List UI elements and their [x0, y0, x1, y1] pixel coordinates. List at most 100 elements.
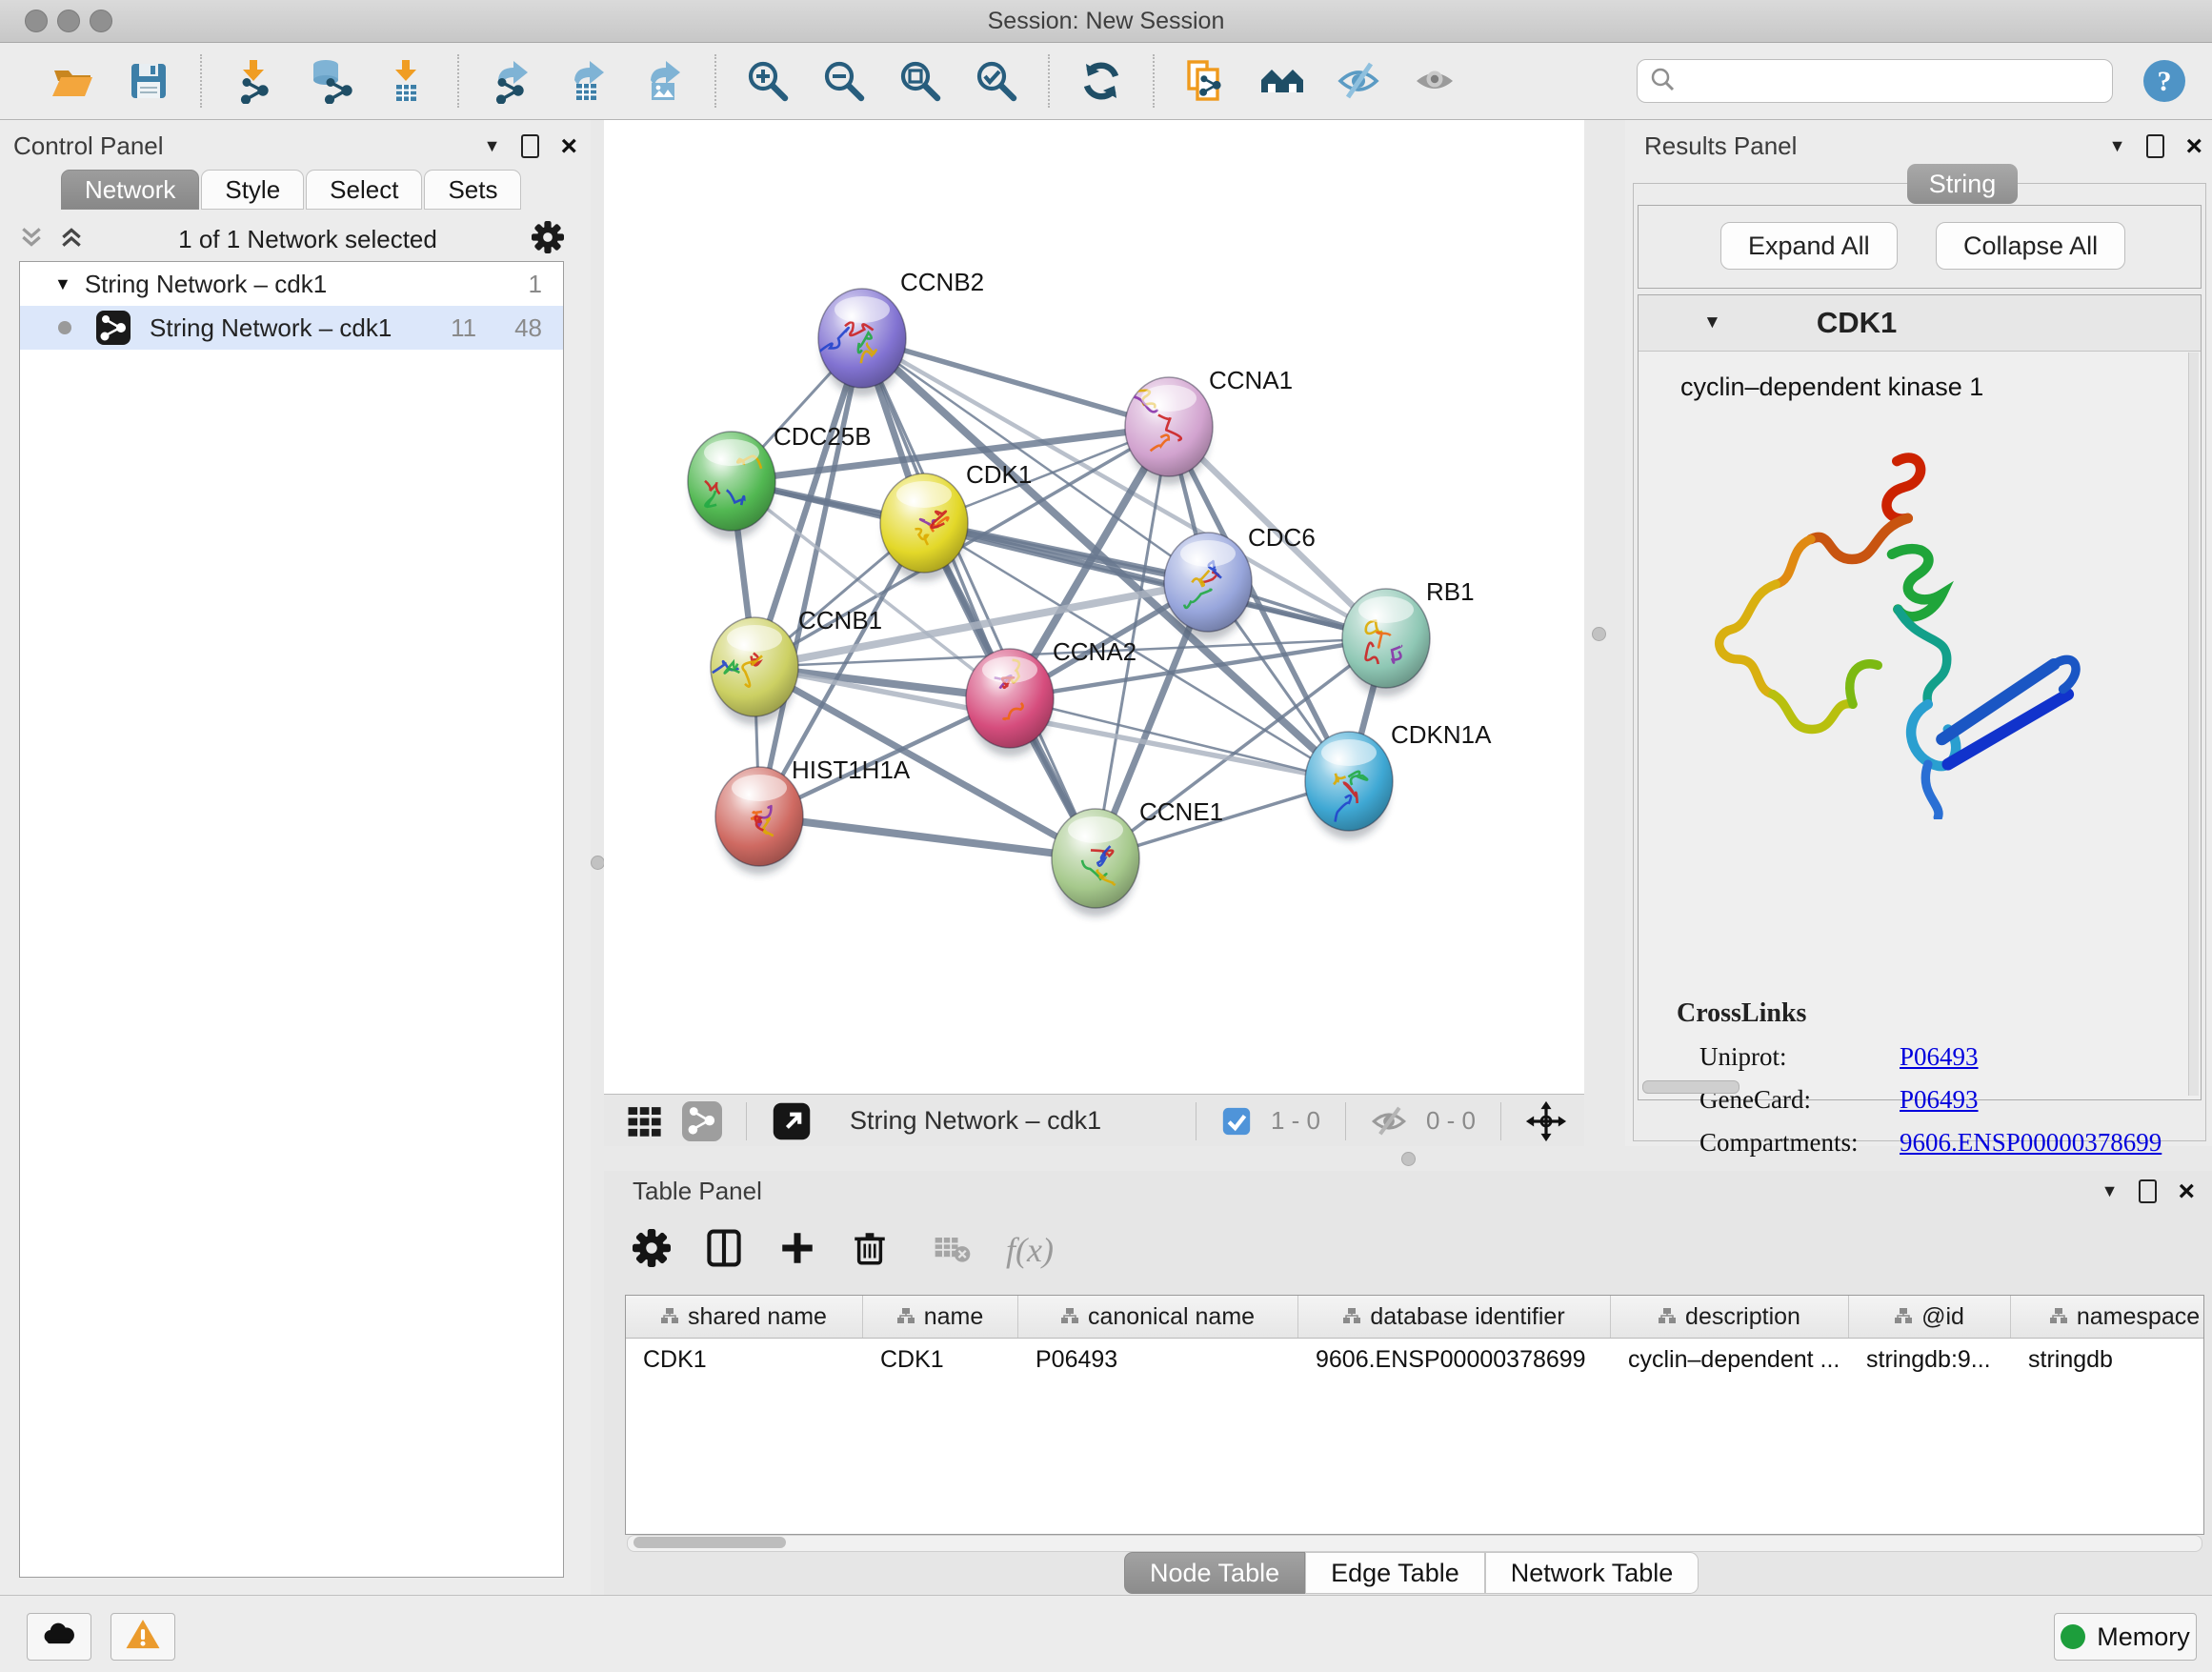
column-header-canonical-name[interactable]: canonical name [1018, 1296, 1298, 1338]
panel-close-icon[interactable]: × [560, 137, 577, 156]
panel-float-icon[interactable] [2146, 134, 2164, 158]
memory-button[interactable]: Memory [2054, 1613, 2197, 1661]
splitter-handle[interactable] [1401, 1152, 1416, 1166]
table-cell[interactable]: stringdb:9... [1849, 1339, 2011, 1380]
crosslink-value-link[interactable]: P06493 [1900, 1042, 1979, 1072]
import-network-database-button[interactable] [305, 56, 354, 106]
import-table-file-button[interactable] [381, 56, 431, 106]
network-canvas[interactable]: CCNB2 CCNA1 CDC25B CDK1 CDC6 RB1 CCNB1 [604, 120, 1584, 1094]
tab-style[interactable]: Style [201, 170, 304, 210]
panel-close-icon[interactable]: × [2185, 137, 2202, 156]
network-node[interactable]: HIST1H1A [715, 755, 911, 875]
network-node[interactable]: CCNE1 [1052, 797, 1223, 917]
grid-view-icon[interactable] [625, 1101, 665, 1141]
panel-float-icon[interactable] [521, 134, 539, 158]
node-table[interactable]: shared namenamecanonical namedatabase id… [625, 1295, 2204, 1535]
network-overview-icon[interactable] [682, 1101, 722, 1141]
table-cell[interactable]: P06493 [1018, 1339, 1298, 1380]
selected-checkbox-icon[interactable] [1220, 1105, 1253, 1138]
network-graph[interactable]: CCNB2 CCNA1 CDC25B CDK1 CDC6 RB1 CCNB1 [604, 120, 1584, 1094]
show-columns-icon[interactable] [703, 1227, 745, 1274]
panel-float-icon[interactable] [2139, 1179, 2157, 1203]
results-horizontal-scrollbar[interactable] [1642, 1080, 1739, 1094]
create-column-icon[interactable] [777, 1228, 817, 1273]
network-node[interactable]: CDKN1A [1305, 720, 1492, 839]
node-details-header[interactable]: ▼ CDK1 [1639, 295, 2201, 352]
hide-selected-button[interactable] [1334, 56, 1383, 106]
zoom-fit-button[interactable] [895, 56, 945, 106]
tab-sets[interactable]: Sets [424, 170, 521, 210]
panel-menu-icon[interactable]: ▼ [484, 136, 501, 156]
panel-menu-icon[interactable]: ▼ [2101, 1181, 2119, 1201]
zoom-out-button[interactable] [819, 56, 869, 106]
search-input[interactable] [1676, 67, 2101, 95]
network-node[interactable]: CDC6 [1164, 523, 1316, 640]
network-edge[interactable] [759, 338, 862, 816]
results-vertical-scrollbar[interactable] [2188, 353, 2199, 1096]
right-splitter[interactable] [1584, 120, 1625, 1146]
tab-edge-table[interactable]: Edge Table [1305, 1552, 1485, 1594]
tab-network[interactable]: Network [61, 170, 199, 210]
collapse-tree-icon[interactable] [59, 225, 84, 254]
table-row[interactable]: CDK1CDK1P064939606.ENSP00000378699cyclin… [626, 1339, 2203, 1380]
network-options-gear-icon[interactable] [532, 221, 564, 258]
export-image-button[interactable] [638, 56, 688, 106]
column-header-id[interactable]: @id [1849, 1296, 2011, 1338]
pan-crosshair-icon[interactable] [1525, 1100, 1567, 1142]
column-header-namespace[interactable]: namespace [2011, 1296, 2204, 1338]
network-node[interactable]: CCNA2 [966, 637, 1136, 756]
table-cell[interactable]: cyclin–dependent ... [1611, 1339, 1849, 1380]
splitter-handle[interactable] [1592, 627, 1606, 641]
export-table-button[interactable] [562, 56, 612, 106]
help-button[interactable]: ? [2142, 58, 2187, 104]
tab-network-table[interactable]: Network Table [1485, 1552, 1699, 1594]
zoom-selected-button[interactable] [972, 56, 1021, 106]
table-options-gear-icon[interactable] [633, 1229, 671, 1272]
column-header-description[interactable]: description [1611, 1296, 1849, 1338]
table-cell[interactable]: 9606.ENSP00000378699 [1298, 1339, 1611, 1380]
expand-tree-icon[interactable] [19, 225, 44, 254]
network-node[interactable]: CDC25B [688, 422, 872, 539]
first-neighbors-button[interactable] [1181, 56, 1231, 106]
tab-node-table[interactable]: Node Table [1124, 1552, 1305, 1594]
collapse-caret-icon[interactable]: ▼ [1703, 312, 1721, 333]
network-collection-row[interactable]: ▼ String Network – cdk1 1 [20, 262, 563, 306]
panel-menu-icon[interactable]: ▼ [2109, 136, 2126, 156]
left-splitter[interactable] [591, 120, 604, 1146]
delete-column-trash-icon[interactable] [850, 1228, 890, 1273]
detach-view-icon[interactable] [771, 1100, 813, 1142]
collapse-caret-icon[interactable]: ▼ [54, 274, 71, 294]
tab-string[interactable]: String [1907, 164, 2018, 204]
collapse-all-button[interactable]: Collapse All [1936, 222, 2125, 270]
table-cell[interactable]: CDK1 [626, 1339, 863, 1380]
table-horizontal-scrollbar[interactable] [627, 1535, 2202, 1552]
warnings-button[interactable] [111, 1613, 175, 1661]
network-row[interactable]: String Network – cdk1 11 48 [20, 306, 563, 350]
save-session-button[interactable] [124, 56, 173, 106]
panel-close-icon[interactable]: × [2178, 1182, 2195, 1201]
search-icon [1649, 66, 1676, 97]
crosslink-value-link[interactable]: 9606.ENSP00000378699 [1900, 1128, 2162, 1158]
crosslink-value-link[interactable]: P06493 [1900, 1085, 1979, 1115]
network-node[interactable]: RB1 [1342, 577, 1475, 696]
column-header-shared-name[interactable]: shared name [626, 1296, 863, 1338]
tab-select[interactable]: Select [306, 170, 422, 210]
show-all-homes-button[interactable] [1257, 56, 1307, 106]
expand-all-button[interactable]: Expand All [1720, 222, 1898, 270]
network-node[interactable]: CCNB1 [711, 606, 882, 725]
open-session-button[interactable] [48, 56, 97, 106]
table-cell[interactable]: stringdb [2011, 1339, 2204, 1380]
table-cell[interactable]: CDK1 [863, 1339, 1018, 1380]
hidden-eye-icon[interactable] [1370, 1102, 1408, 1140]
splitter-handle[interactable] [591, 856, 605, 870]
export-network-button[interactable] [486, 56, 535, 106]
import-network-file-button[interactable] [229, 56, 278, 106]
show-hidden-button[interactable] [1410, 56, 1459, 106]
zoom-in-button[interactable] [743, 56, 793, 106]
column-header-name[interactable]: name [863, 1296, 1018, 1338]
refresh-layout-button[interactable] [1076, 56, 1126, 106]
cloud-status-button[interactable] [27, 1613, 91, 1661]
scrollbar-thumb[interactable] [633, 1537, 786, 1548]
network-edge[interactable] [759, 816, 1096, 858]
column-header-database-identifier[interactable]: database identifier [1298, 1296, 1611, 1338]
